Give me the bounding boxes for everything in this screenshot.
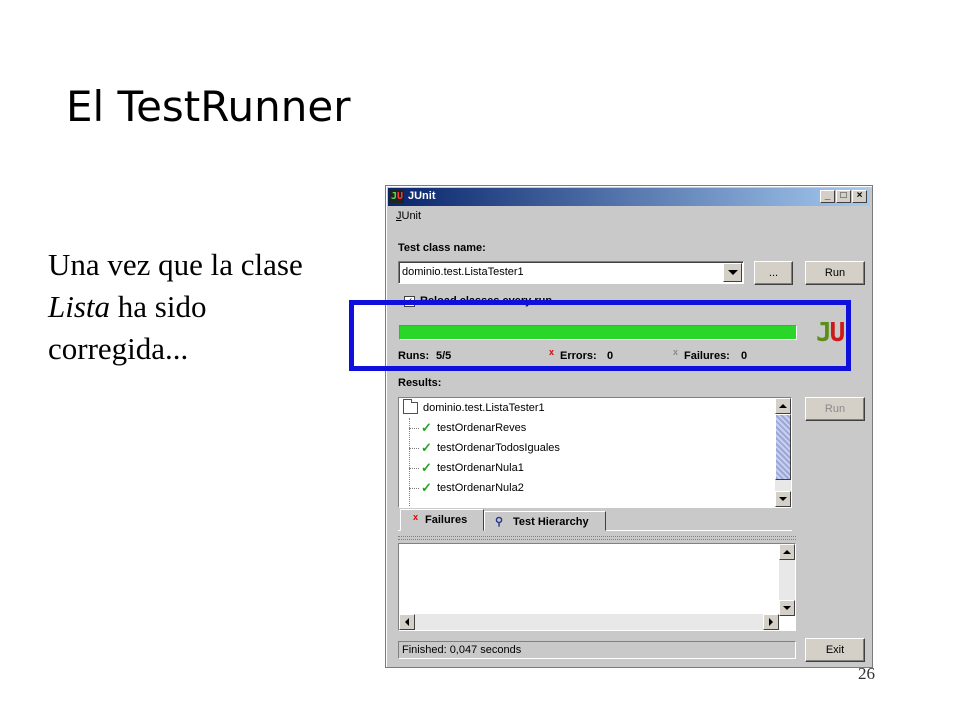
tree-item[interactable]: ✓ testOrdenarNula1: [399, 458, 775, 478]
scroll-up-icon[interactable]: [775, 398, 791, 414]
details-hscrollbar[interactable]: [399, 614, 779, 630]
scroll-right-icon[interactable]: [763, 614, 779, 630]
status-bar: Finished: 0,047 seconds: [398, 641, 796, 659]
tab-test-hierarchy[interactable]: ⚲ Test Hierarchy: [484, 511, 606, 531]
chevron-down-icon[interactable]: [723, 263, 742, 282]
tree-item-label: testOrdenarTodosIguales: [437, 442, 560, 454]
junit-logo-icon: JU: [390, 190, 404, 203]
check-icon: ✓: [421, 460, 432, 475]
slide-title: El TestRunner: [66, 82, 351, 131]
results-label: Results:: [398, 377, 442, 389]
test-class-combobox[interactable]: dominio.test.ListaTester1: [398, 261, 744, 284]
scroll-left-icon[interactable]: [399, 614, 415, 630]
hierarchy-icon: ⚲: [495, 516, 504, 528]
folder-icon: [403, 399, 418, 414]
check-icon: ✓: [421, 480, 432, 495]
highlight-box: [349, 300, 851, 371]
caption-line-3: corregida...: [48, 331, 189, 366]
failure-tab-icon: x: [412, 512, 418, 522]
minimize-button[interactable]: _: [820, 190, 835, 203]
tree-root-label: dominio.test.ListaTester1: [423, 402, 545, 414]
exit-button[interactable]: Exit: [805, 638, 865, 662]
maximize-button[interactable]: □: [836, 190, 851, 203]
title-bar[interactable]: JU JUnit _ □ ×: [388, 188, 870, 206]
run-button[interactable]: Run: [805, 261, 865, 285]
tree-item-label: testOrdenarNula2: [437, 482, 524, 494]
test-class-label: Test class name:: [398, 242, 486, 254]
tree-item[interactable]: ✓ testOrdenarReves: [399, 418, 775, 438]
caption-line-1: Una vez que la clase: [48, 247, 303, 282]
test-class-value[interactable]: dominio.test.ListaTester1: [402, 266, 524, 278]
run-again-button[interactable]: Run: [805, 397, 865, 421]
window-title: JUnit: [408, 190, 436, 202]
results-tabs: x Failures ⚲ Test Hierarchy: [398, 509, 792, 531]
results-tree[interactable]: dominio.test.ListaTester1 ✓ testOrdenarR…: [398, 397, 792, 508]
scroll-down-icon[interactable]: [779, 600, 795, 616]
caption-class-name: Lista: [48, 289, 111, 324]
details-vscrollbar[interactable]: [779, 544, 795, 616]
tree-item-label: testOrdenarReves: [437, 422, 527, 434]
scroll-thumb[interactable]: [775, 414, 791, 480]
junit-window: JU JUnit _ □ × JUnit Test class name: do…: [385, 185, 873, 668]
tree-root[interactable]: dominio.test.ListaTester1: [399, 398, 775, 418]
splitter[interactable]: [398, 536, 796, 540]
menu-bar: JUnit: [388, 208, 870, 226]
tree-item-label: testOrdenarNula1: [437, 462, 524, 474]
check-icon: ✓: [421, 440, 432, 455]
tree-item[interactable]: ✓ testOrdenarTodosIguales: [399, 438, 775, 458]
caption-line-2: ha sido: [110, 289, 207, 324]
close-button[interactable]: ×: [852, 190, 867, 203]
browse-button[interactable]: ...: [754, 261, 793, 285]
results-scrollbar[interactable]: [775, 398, 791, 507]
menu-junit[interactable]: JUnit: [396, 210, 421, 222]
tab-failures[interactable]: x Failures: [400, 509, 484, 531]
slide-caption: Una vez que la clase Lista ha sido corre…: [48, 244, 368, 370]
scroll-up-icon[interactable]: [779, 544, 795, 560]
check-icon: ✓: [421, 420, 432, 435]
failure-details-area[interactable]: [398, 543, 796, 631]
tree-item[interactable]: ✓ testOrdenarNula2: [399, 478, 775, 498]
scroll-down-icon[interactable]: [775, 491, 791, 507]
